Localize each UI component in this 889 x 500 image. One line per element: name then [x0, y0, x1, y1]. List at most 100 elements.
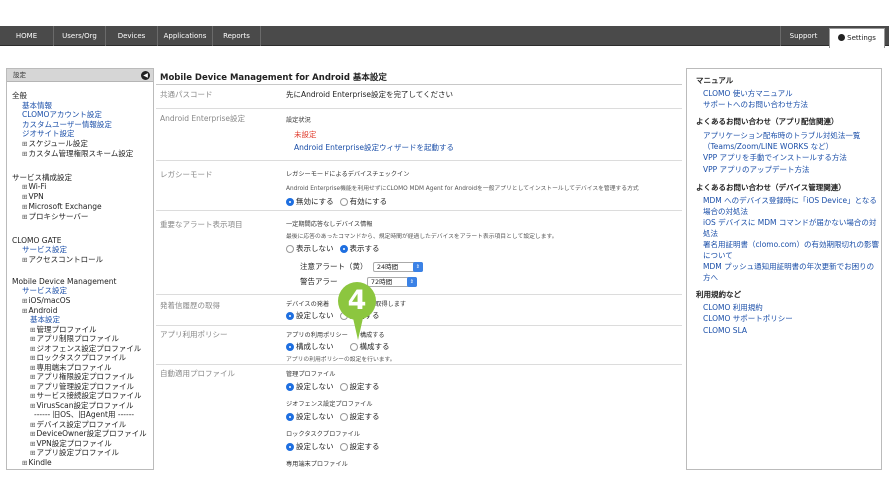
alert-show-radio[interactable]: 表示する [339, 243, 380, 254]
sidebar-item[interactable]: プロキシサーバー [22, 212, 88, 222]
sidebar-item[interactable]: スケジュール設定 [22, 139, 87, 149]
sidebar-item[interactable]: アプリ設定プロファイル [30, 448, 119, 458]
select-arrow-icon: ⇕ [406, 277, 417, 287]
manual-heading: マニュアル [696, 76, 734, 85]
policy-sub-label: アプリの利用ポリシー [286, 332, 348, 339]
sidebar-header-label: 設定 [13, 71, 26, 79]
sidebar-item[interactable]: 基本情報 [22, 101, 52, 110]
sidebar-header: 設定 ◀ [7, 69, 153, 82]
sidebar-item[interactable]: 基本設定 [30, 315, 60, 324]
policy-sub-label-tail: 構成する [359, 332, 385, 339]
auto-profile-group: 管理プロファイル 設定しない 設定する [286, 369, 676, 392]
settings-label: Settings [847, 34, 876, 42]
sidebar-item[interactable]: カスタムユーザー情報設定 [22, 120, 112, 129]
row-important-alerts: 重要なアラート表示項目 一定期間応答なしデバイス情報 最後に応答のあったコマンド… [156, 211, 682, 295]
row-label: 共通パスコード [160, 90, 213, 99]
faq-app-heading: よくあるお問い合わせ（アプリ配信関連） [696, 117, 839, 126]
alert-description: 最後に応答のあったコマンドから、規定時間が経過したデバイスをアラート表示項目とし… [286, 234, 558, 240]
auto-profile-off-radio[interactable]: 設定しない [286, 381, 334, 392]
policy-on-radio[interactable]: 構成する [349, 341, 390, 352]
help-link[interactable]: VPP アプリのアップデート方法 [703, 164, 879, 175]
row-android-enterprise: Android Enterprise設定 設定状況 未設定 Android En… [156, 109, 682, 161]
help-link[interactable]: CLOMO 使い方マニュアル [703, 88, 879, 99]
tab-home[interactable]: HOME [0, 26, 54, 46]
help-link[interactable]: CLOMO 利用規約 [703, 302, 879, 313]
sidebar-item[interactable]: VPN [22, 192, 43, 202]
tab-devices[interactable]: Devices [106, 26, 158, 46]
help-link[interactable]: iOS デバイスに MDM コマンドが届かない場合の対処法 [703, 217, 879, 239]
top-navigation-bar: HOME Users/Org Devices Applications Repo… [0, 26, 889, 48]
caution-alert-label: 注意アラート（黄） [300, 262, 368, 271]
tab-applications[interactable]: Applications [158, 26, 213, 46]
caution-alert-select[interactable]: 24時間 ⇕ [372, 262, 423, 272]
sidebar-item[interactable]: CLOMOアカウント設定 [22, 110, 102, 119]
sidebar-item[interactable]: アクセスコントロール [22, 255, 103, 265]
help-link[interactable]: 署名用証明書（clomo.com）の有効期限切れの影響について [703, 239, 879, 261]
sidebar-item[interactable]: アプリ制限プロファイル [30, 334, 119, 344]
step-number-badge: 4 [338, 282, 376, 320]
ae-sub-label: 設定状況 [286, 117, 311, 124]
legacy-sub-label: レガシーモードによるデバイスチェックイン [286, 171, 410, 178]
settings-sidebar: 設定 ◀ 全般 基本情報 CLOMOアカウント設定 カスタムユーザー情報設定 ジオサイト… [6, 68, 154, 470]
sidebar-section-heading: 全般 [12, 91, 27, 100]
help-link[interactable]: VPP アプリを手動でインストールする方法 [703, 152, 879, 163]
select-arrow-icon: ⇕ [412, 262, 423, 272]
policy-description: アプリの利用ポリシーの設定を行います。 [286, 357, 396, 363]
auto-profile-on-radio[interactable]: 設定する [339, 381, 380, 392]
warning-alert-select[interactable]: 72時間 ⇕ [366, 277, 417, 287]
sidebar-section-heading: Mobile Device Management [12, 277, 117, 286]
history-sub-label: デバイスの発着 [286, 301, 330, 308]
tab-support[interactable]: Support [780, 26, 826, 46]
auto-profile-on-radio[interactable]: 設定する [339, 411, 380, 422]
help-sidebar: マニュアル CLOMO 使い方マニュアル サポートへのお問い合わせ方法 よくある… [686, 68, 882, 470]
sidebar-section-heading: ------ 旧OS、旧Agent用 ------ [34, 410, 135, 419]
auto-profile-on-radio[interactable]: 設定する [339, 441, 380, 452]
row-label: 発着信履歴の取得 [160, 301, 220, 310]
sidebar-section-heading: CLOMO GATE [12, 236, 62, 245]
sidebar-item[interactable]: DeviceOwner設定プロファイル [30, 429, 146, 439]
policy-off-radio[interactable]: 構成しない [286, 341, 334, 352]
row-value: 先にAndroid Enterprise設定を完了してください [286, 90, 454, 99]
alert-hide-radio[interactable]: 表示しない [286, 243, 334, 254]
sidebar-item[interactable]: サービス接続設定プロファイル [30, 391, 141, 401]
help-link[interactable]: CLOMO SLA [703, 325, 879, 336]
sidebar-item[interactable]: ジオサイト設定 [22, 129, 75, 138]
sidebar-item[interactable]: Microsoft Exchange [22, 202, 101, 212]
help-link[interactable]: MDM へのデバイス登録時に「iOS Device」となる場合の対処法 [703, 195, 879, 217]
row-label: 自動適用プロファイル [160, 369, 235, 378]
row-label: Android Enterprise設定 [160, 114, 245, 123]
legacy-disable-radio[interactable]: 無効にする [286, 196, 334, 207]
help-link[interactable]: サポートへのお問い合わせ方法 [703, 99, 879, 110]
auto-profile-title: 管理プロファイル [286, 371, 336, 378]
row-label: アプリ利用ポリシー [160, 330, 228, 339]
sidebar-item[interactable]: サービス設定 [22, 245, 67, 254]
ae-wizard-link[interactable]: Android Enterprise設定ウィザードを起動する [294, 142, 676, 153]
sidebar-item[interactable]: アプリ権限設定プロファイル [30, 372, 134, 382]
auto-profile-group: ロックタスクプロファイル 設定しない 設定する [286, 429, 676, 452]
auto-profile-title: ジオフェンス設定プロファイル [286, 401, 373, 408]
sidebar-item[interactable]: Kindle [22, 458, 51, 468]
row-legacy-mode: レガシーモード レガシーモードによるデバイスチェックイン Android Ent… [156, 161, 682, 211]
auto-profile-off-radio[interactable]: 設定しない [286, 441, 334, 452]
sidebar-item[interactable]: Wi-Fi [22, 182, 46, 192]
page-title: Mobile Device Management for Android 基本設… [160, 73, 387, 83]
auto-profile-off-radio[interactable]: 設定しない [286, 411, 334, 422]
row-auto-apply-profiles: 自動適用プロファイル 管理プロファイル 設定しない 設定する ジオフェンス設定プ… [156, 365, 682, 470]
tab-reports[interactable]: Reports [213, 26, 261, 46]
auto-profile-group: ジオフェンス設定プロファイル 設定しない 設定する [286, 399, 676, 422]
sidebar-section-heading: サービス構成設定 [12, 173, 72, 182]
help-link[interactable]: アプリケーション配布時のトラブル対処法一覧（Teams/Zoom/LINE WO… [703, 130, 879, 152]
sidebar-item[interactable]: iOS/macOS [22, 296, 70, 306]
help-link[interactable]: CLOMO サポートポリシー [703, 313, 879, 324]
sidebar-item[interactable]: ロックタスクプロファイル [30, 353, 126, 363]
tab-users-org[interactable]: Users/Org [54, 26, 106, 46]
history-off-radio[interactable]: 設定しない [286, 310, 334, 321]
legacy-description: Android Enterprise機能を利用せずにCLOMO MDM Agen… [286, 186, 639, 192]
sidebar-item[interactable]: カスタム管理権限スキーム設定 [22, 149, 133, 159]
gear-icon [838, 34, 846, 41]
collapse-sidebar-icon[interactable]: ◀ [141, 71, 150, 80]
legacy-enable-radio[interactable]: 有効にする [339, 196, 387, 207]
tab-settings[interactable]: Settings [829, 28, 885, 48]
help-link[interactable]: MDM プッシュ通知用証明書の年次更新でお困りの方へ [703, 261, 879, 283]
sidebar-item[interactable]: サービス設定 [22, 286, 67, 295]
